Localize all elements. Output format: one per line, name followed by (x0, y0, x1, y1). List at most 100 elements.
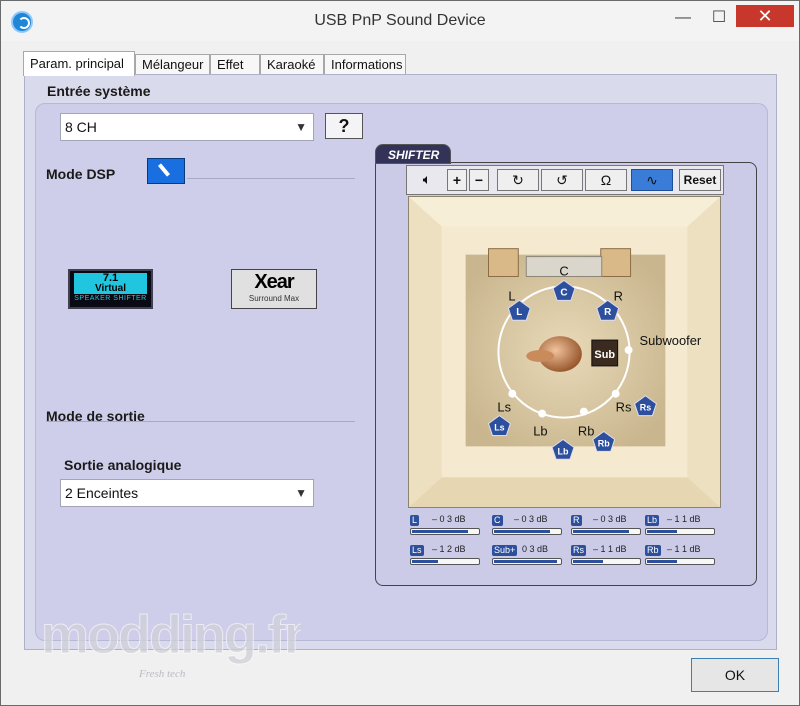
level-value: – 0 3 dB (514, 514, 548, 524)
main-window: USB PnP Sound Device — ☐ ✕ Param. princi… (0, 0, 800, 706)
watermark-subtext: Fresh tech (138, 668, 186, 680)
tab-melangeur[interactable]: Mélangeur (135, 54, 210, 75)
level-badge: L (410, 515, 420, 526)
level-rb[interactable]: Rb – 1 1 dB (645, 544, 717, 566)
level-rs[interactable]: Rs – 1 1 dB (571, 544, 643, 566)
tab-karaoke[interactable]: Karaoké (260, 54, 324, 75)
watermark-text: modding.fr (41, 605, 301, 665)
circle-handle[interactable] (508, 389, 517, 398)
entree-select-value: 8 CH (65, 119, 97, 135)
entree-select[interactable]: 8 CH ▼ (60, 113, 314, 141)
level-bar (645, 528, 715, 535)
svg-text:L: L (516, 307, 522, 318)
xear-logo[interactable]: Xear Surround Max (231, 269, 317, 309)
label-subwoofer: Subwoofer (640, 333, 702, 348)
level-bar (410, 528, 480, 535)
level-value: 0 3 dB (522, 544, 549, 554)
level-fill (412, 560, 438, 563)
sortie-sub-heading: Sortie analogique (64, 457, 182, 473)
room-wall-right (687, 197, 720, 507)
level-value: – 0 3 dB (432, 514, 466, 524)
close-button[interactable]: ✕ (736, 5, 794, 27)
chevron-down-icon: ▼ (295, 486, 307, 500)
minimize-button[interactable]: — (669, 7, 697, 29)
label-ls: Ls (497, 400, 511, 415)
dsp-divider (187, 178, 355, 179)
svg-text:Ls: Ls (494, 422, 504, 432)
room-wall-top (409, 197, 720, 227)
label-l: L (508, 288, 515, 303)
level-badge: Rb (645, 545, 661, 556)
xear-logo-subtext: Surround Max (248, 294, 300, 303)
level-bar (492, 528, 562, 535)
zoom-in-button[interactable]: + (447, 169, 467, 191)
level-bar (571, 528, 641, 535)
level-value: – 1 1 dB (667, 544, 701, 554)
level-l[interactable]: L – 0 3 dB (410, 514, 482, 536)
tab-param-principal[interactable]: Param. principal (23, 51, 135, 76)
circle-handle[interactable] (624, 346, 633, 354)
level-fill (647, 530, 677, 533)
label-c: C (559, 263, 568, 278)
level-value: – 1 1 dB (593, 544, 627, 554)
tab-effet[interactable]: Effet (210, 54, 260, 75)
circle-handle[interactable] (611, 389, 620, 398)
maximize-button[interactable]: ☐ (705, 7, 733, 29)
dsp-heading: Mode DSP (46, 166, 116, 182)
level-bar (645, 558, 715, 565)
ok-button[interactable]: OK (691, 658, 779, 692)
virtual-7-1-logo[interactable]: 7.1 Virtual SPEAKER SHIFTER (68, 269, 153, 309)
level-bar (571, 558, 641, 565)
front-left-cabinet (487, 248, 519, 277)
svg-text:C: C (560, 287, 567, 298)
svg-text:Lb: Lb (558, 446, 569, 456)
level-fill (647, 560, 677, 563)
shifter-toolbar: 🔈︎ + − ↻ ↺ Ω ∿ Reset (406, 165, 724, 195)
speaker-volume-icon[interactable]: 🔈︎ (411, 169, 443, 191)
level-bar (492, 558, 562, 565)
speaker-sub[interactable]: Sub (591, 339, 619, 367)
level-badge: C (492, 515, 503, 526)
rotate-clockwise-button[interactable]: ↻ (497, 169, 539, 191)
level-fill (412, 530, 468, 533)
rotate-counterclockwise-button[interactable]: ↺ (541, 169, 583, 191)
level-badge: R (571, 515, 582, 526)
speaker-room[interactable]: Sub C L R Ls Rs Lb Rb C L R Subwoofer Ls… (408, 196, 721, 508)
level-c[interactable]: C – 0 3 dB (492, 514, 564, 536)
level-fill (494, 530, 550, 533)
front-right-cabinet (600, 248, 632, 277)
label-r: R (614, 288, 623, 303)
dsp-toggle-button[interactable] (147, 158, 185, 184)
room-wall-left (409, 197, 442, 507)
level-ls[interactable]: Ls – 1 2 dB (410, 544, 482, 566)
level-fill (573, 560, 603, 563)
chevron-down-icon: ▼ (295, 120, 307, 134)
level-r[interactable]: R – 0 3 dB (571, 514, 643, 536)
zoom-out-button[interactable]: − (469, 169, 489, 191)
reset-button[interactable]: Reset (679, 169, 721, 191)
label-rb: Rb (578, 423, 595, 438)
label-lb: Lb (533, 423, 547, 438)
level-badge: Ls (410, 545, 424, 556)
sortie-select[interactable]: 2 Enceintes ▼ (60, 479, 314, 507)
level-fill (573, 530, 629, 533)
tab-informations[interactable]: Informations (324, 54, 406, 75)
help-button[interactable]: ? (325, 113, 363, 139)
level-lb[interactable]: Lb – 1 1 dB (645, 514, 717, 536)
level-value: – 1 1 dB (667, 514, 701, 524)
virtual-logo-subtext: SPEAKER SHIFTER (74, 295, 147, 302)
watermark-logo: modding.fr Fresh tech (41, 605, 301, 681)
svg-text:Rs: Rs (640, 403, 651, 413)
listener-nose (526, 350, 555, 362)
shifter-tab[interactable]: SHIFTER (375, 144, 451, 164)
svg-text:Sub: Sub (594, 349, 615, 361)
circle-handle[interactable] (538, 409, 547, 418)
wave-mode-button[interactable]: ∿ (631, 169, 673, 191)
level-badge: Lb (645, 515, 660, 526)
circle-handle[interactable] (579, 407, 588, 416)
headphone-mode-button[interactable]: Ω (585, 169, 627, 191)
level-sub[interactable]: Sub+ 0 3 dB (492, 544, 564, 566)
level-bar (410, 558, 480, 565)
sortie-divider (46, 421, 355, 422)
level-value: – 0 3 dB (593, 514, 627, 524)
